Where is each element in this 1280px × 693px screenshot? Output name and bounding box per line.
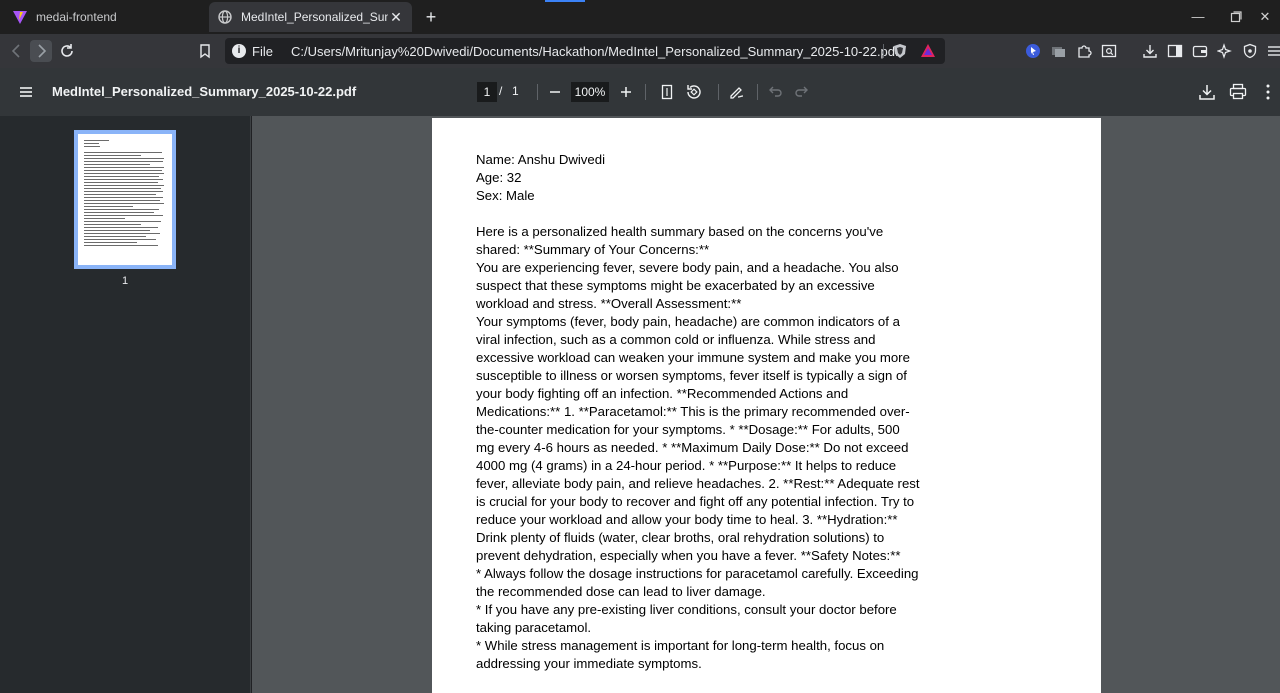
page-content: Name: Anshu Dwivedi Age: 32 Sex: Male He… xyxy=(476,151,921,673)
globe-icon xyxy=(217,9,233,25)
minimize-icon[interactable]: — xyxy=(1189,8,1207,26)
url-text[interactable]: C:/Users/Mritunjay%20Dwivedi/Documents/H… xyxy=(291,44,899,59)
page-separator: / xyxy=(499,84,503,98)
info-icon[interactable]: i xyxy=(232,44,246,58)
toolbar-divider xyxy=(757,84,758,100)
back-icon[interactable] xyxy=(6,40,28,62)
browser-toolbar: i File C:/Users/Mritunjay%20Dwivedi/Docu… xyxy=(0,34,1280,68)
tab-accent-indicator xyxy=(545,0,585,2)
address-bar[interactable]: i File C:/Users/Mritunjay%20Dwivedi/Docu… xyxy=(225,38,945,64)
summary-paragraph: Your symptoms (fever, body pain, headach… xyxy=(476,314,920,563)
app-menu-icon[interactable] xyxy=(1266,43,1280,59)
extension-stack-icon[interactable] xyxy=(1050,43,1066,59)
bookmark-icon[interactable] xyxy=(194,40,216,62)
vpn-icon[interactable] xyxy=(1242,43,1258,59)
reload-icon[interactable] xyxy=(56,40,78,62)
annotate-pen-icon[interactable] xyxy=(726,81,748,103)
vite-logo-icon xyxy=(12,9,28,25)
fit-page-icon[interactable] xyxy=(656,81,678,103)
forward-icon[interactable] xyxy=(30,40,52,62)
toolbar-divider xyxy=(537,84,538,100)
tab-pdf-summary[interactable]: MedIntel_Personalized_Summary ✕ xyxy=(209,2,412,32)
page-number-input[interactable]: 1 xyxy=(477,82,497,102)
sidebar-toggle-icon[interactable] xyxy=(1167,43,1183,59)
more-options-icon[interactable] xyxy=(1257,81,1279,103)
tab-title: medai-frontend xyxy=(36,10,117,24)
maximize-icon[interactable] xyxy=(1227,8,1245,26)
tab-medai-frontend[interactable]: medai-frontend xyxy=(4,4,204,30)
hamburger-menu-icon[interactable] xyxy=(17,83,35,101)
new-tab-icon[interactable]: + xyxy=(422,8,440,26)
url-scheme: File xyxy=(252,43,273,59)
leo-ai-icon[interactable] xyxy=(1216,43,1233,59)
zoom-level-input[interactable]: 100% xyxy=(571,82,609,102)
tab-title: MedIntel_Personalized_Summary xyxy=(241,10,388,24)
toolbar-divider xyxy=(718,84,719,100)
document-viewport[interactable]: Name: Anshu Dwivedi Age: 32 Sex: Male He… xyxy=(252,116,1280,693)
summary-paragraph: Here is a personalized health summary ba… xyxy=(476,224,884,257)
page-thumbnail[interactable] xyxy=(74,130,176,269)
thumbnail-sidebar: 1 xyxy=(0,116,251,693)
close-window-icon[interactable]: ✕ xyxy=(1256,8,1274,26)
omnibox-divider xyxy=(883,44,884,58)
thumbnail-page-number: 1 xyxy=(121,275,129,287)
zoom-in-icon[interactable] xyxy=(615,81,637,103)
safety-note: * If you have any pre-existing liver con… xyxy=(476,602,897,635)
redo-icon[interactable] xyxy=(791,81,813,103)
downloads-icon[interactable] xyxy=(1142,43,1158,59)
wallet-icon[interactable] xyxy=(1192,43,1208,59)
summary-paragraph: You are experiencing fever, severe body … xyxy=(476,260,899,311)
download-icon[interactable] xyxy=(1196,81,1218,103)
brave-rewards-icon[interactable] xyxy=(920,43,936,62)
safety-note: * While stress management is important f… xyxy=(476,638,885,671)
pdf-toolbar: MedIntel_Personalized_Summary_2025-10-22… xyxy=(0,68,1280,116)
brave-shield-icon[interactable] xyxy=(892,43,908,62)
pdf-document-title: MedIntel_Personalized_Summary_2025-10-22… xyxy=(52,84,357,99)
pdf-page: Name: Anshu Dwivedi Age: 32 Sex: Male He… xyxy=(432,118,1101,693)
patient-age: Age: 32 xyxy=(476,170,522,185)
patient-sex: Sex: Male xyxy=(476,188,535,203)
zoom-out-icon[interactable] xyxy=(544,81,566,103)
print-icon[interactable] xyxy=(1227,81,1249,103)
toolbar-divider xyxy=(645,84,646,100)
extension-blue-icon[interactable] xyxy=(1025,43,1041,59)
page-total: 1 xyxy=(512,84,519,98)
safety-note: * Always follow the dosage instructions … xyxy=(476,566,919,599)
undo-icon[interactable] xyxy=(764,81,786,103)
extensions-puzzle-icon[interactable] xyxy=(1076,43,1092,59)
tab-strip: medai-frontend MedIntel_Personalized_Sum… xyxy=(0,0,1280,34)
close-tab-icon[interactable]: ✕ xyxy=(388,9,404,25)
tab-search-icon[interactable] xyxy=(1101,43,1117,59)
patient-name: Name: Anshu Dwivedi xyxy=(476,152,606,167)
rotate-icon[interactable] xyxy=(683,81,705,103)
